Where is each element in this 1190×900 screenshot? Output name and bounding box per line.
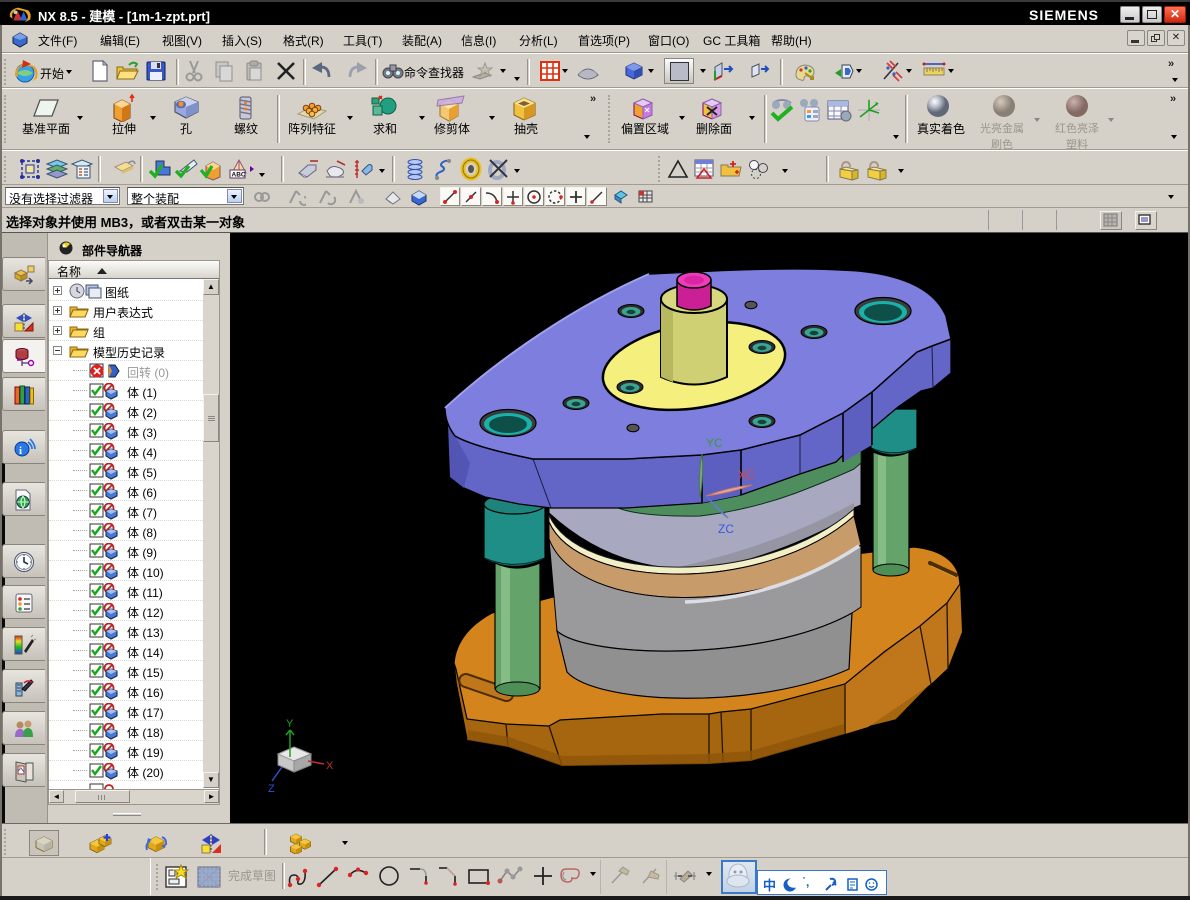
svg-text:X: X [326,760,334,772]
svg-text:ABC: ABC [232,172,246,179]
svg-text:i: i [19,445,22,457]
svg-text:XC: XC [738,468,755,482]
svg-text:Y: Y [286,718,294,730]
svg-text:Z: Z [268,783,275,795]
svg-text:ZC: ZC [718,522,734,536]
svg-text:YC: YC [706,436,723,450]
